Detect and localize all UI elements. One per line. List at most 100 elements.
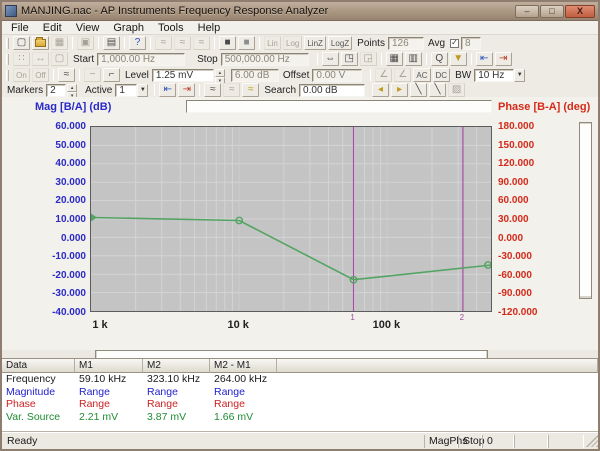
copy-button[interactable]: ▣ [77,36,94,50]
print-button[interactable]: ▤ [103,36,120,50]
search-left-button[interactable]: ◂ [372,83,389,97]
frequency-tick-label: 100 k [373,319,401,331]
search-right-button[interactable]: ▸ [391,83,408,97]
single-sweep-button[interactable]: ↔ [32,52,49,66]
linz-button[interactable]: LinZ [304,36,326,50]
source-wave-button[interactable]: ≈ [58,68,75,82]
source-on-button[interactable]: On [13,68,30,82]
display-dark-button[interactable]: ■ [219,36,236,50]
cursor-tool-button[interactable]: ▼ [450,52,467,66]
maximize-button[interactable]: □ [540,5,564,18]
table-row[interactable]: Frequency59.10 kHz323.10 kHz264.00 kHz [2,373,598,386]
menu-view[interactable]: View [69,22,107,34]
search-field[interactable]: 0.00 dB [299,84,365,97]
bw-select[interactable]: 10 Hz [474,69,514,82]
toolbar-grip[interactable] [6,54,9,65]
full-span-button[interactable]: ⇔ [322,52,339,66]
display-light-button[interactable]: ■ [238,36,255,50]
ramp-down-button[interactable]: ∠ [394,68,411,82]
zoom-in-button[interactable]: ◳ [341,52,358,66]
start-frequency-field[interactable]: 1,000.00 Hz [97,53,185,66]
open-button[interactable] [32,36,49,50]
slope-search-button[interactable]: ≈ [242,83,259,97]
slope-off-button[interactable]: ▨ [448,83,465,97]
table-header-blank[interactable] [277,359,598,373]
status-pane [548,435,584,448]
level-minus-button[interactable]: − [84,68,101,82]
ramp-up-button[interactable]: ∠ [375,68,392,82]
mag-tick-label: 50.000 [38,140,86,151]
table-header-M1[interactable]: M1 [75,359,143,373]
log-button[interactable]: Log [283,36,302,50]
graph-both-button[interactable]: ≈ [193,36,210,50]
menu-edit[interactable]: Edit [36,22,69,34]
lin-button[interactable]: Lin [264,36,281,50]
zoom-tool-button[interactable]: Q [431,52,448,66]
peak-search-button[interactable]: ≈ [204,83,221,97]
title-bar[interactable]: MANJING.nac - AP Instruments Frequency R… [2,2,598,21]
save-button[interactable]: ▦ [51,36,68,50]
level-spinner[interactable]: ▴▾ [215,69,225,82]
table-row[interactable]: MagnitudeRangeRangeRange [2,386,598,399]
bw-dropdown-button[interactable]: ▼ [514,69,525,82]
active-dropdown-button[interactable]: ▼ [137,84,148,97]
repeat-sweep-button[interactable]: ∷ [13,52,30,66]
stop-frequency-field[interactable]: 500,000.00 Hz [221,53,309,66]
marker-first-icon: ⇤ [164,85,172,95]
phase-tick-label: 90.000 [498,177,529,188]
graph-title-box[interactable] [186,100,492,113]
zoom-out-button[interactable]: ◲ [360,52,377,66]
level-db-field[interactable]: 6.00 dB [231,69,279,82]
bode-plot[interactable] [90,126,492,312]
table-header-Data[interactable]: Data [2,359,75,373]
marker-last-button[interactable]: ⇥ [178,83,195,97]
slope-neg-button[interactable]: ╲ [410,83,427,97]
toolbar-source: OnOff ≈ −⌐ Level 1.25 mV ▴▾ 6.00 dB Offs… [2,67,598,83]
markers-spinner[interactable]: ▴▾ [67,84,77,97]
avg-field[interactable]: 8 [461,37,481,50]
points-field[interactable]: 126 [388,37,424,50]
table-cell: 264.00 kHz [210,373,277,385]
grid-button[interactable]: ▦ [386,52,403,66]
marker-first-button[interactable]: ⇤ [159,83,176,97]
help-button[interactable]: ? [129,36,146,50]
toolbar-grip[interactable] [6,38,9,49]
new-button[interactable]: ▢ [13,36,30,50]
marker-to-start-button[interactable]: ⇤ [476,52,493,66]
vertical-scrollbar[interactable] [579,122,592,299]
slope-pos-button[interactable]: ╲ [429,83,446,97]
table-row[interactable]: Var. Source2.21 mV3.87 mV1.66 mV [2,411,598,424]
dc-coupling-button[interactable]: DC [433,68,451,82]
graph-phase-button[interactable]: ≈ [174,36,191,50]
data-sheet-button[interactable]: ▢ [51,52,68,66]
level-step-icon: ⌐ [109,70,115,80]
logz-button[interactable]: LogZ [328,36,352,50]
source-off-button[interactable]: Off [32,68,49,82]
minimize-button[interactable]: – [515,5,539,18]
valley-search-button[interactable]: ≈ [223,83,240,97]
legend-button[interactable]: ▥ [405,52,422,66]
active-marker-select[interactable]: 1 [115,84,137,97]
markers-count-field[interactable]: 2 [46,84,66,97]
level-field[interactable]: 1.25 mV [152,69,214,82]
phase-tick-label: -90.000 [498,288,532,299]
menu-file[interactable]: File [4,22,36,34]
offset-field[interactable]: 0.00 V [312,69,362,82]
menu-graph[interactable]: Graph [106,22,151,34]
menu-tools[interactable]: Tools [151,22,191,34]
close-button[interactable]: X [565,5,595,18]
resize-grip[interactable] [586,435,598,447]
toolbar-grip[interactable] [6,70,9,81]
table-header-M2[interactable]: M2 [143,359,210,373]
ac-coupling-button[interactable]: AC [413,68,430,82]
table-header-M2 - M1[interactable]: M2 - M1 [210,359,277,373]
table-cell: 3.87 mV [143,411,210,423]
menu-help[interactable]: Help [191,22,228,34]
table-row[interactable]: PhaseRangeRangeRange [2,398,598,411]
toolbar-sweep: ∷↔▢ Start 1,000.00 Hz Stop 500,000.00 Hz… [2,51,598,67]
marker-to-end-button[interactable]: ⇥ [495,52,512,66]
graph-mag-button[interactable]: ≈ [155,36,172,50]
mag-tick-label: -30.000 [38,288,86,299]
level-step-button[interactable]: ⌐ [103,68,120,82]
avg-checkbox[interactable]: ✓ [450,39,459,48]
